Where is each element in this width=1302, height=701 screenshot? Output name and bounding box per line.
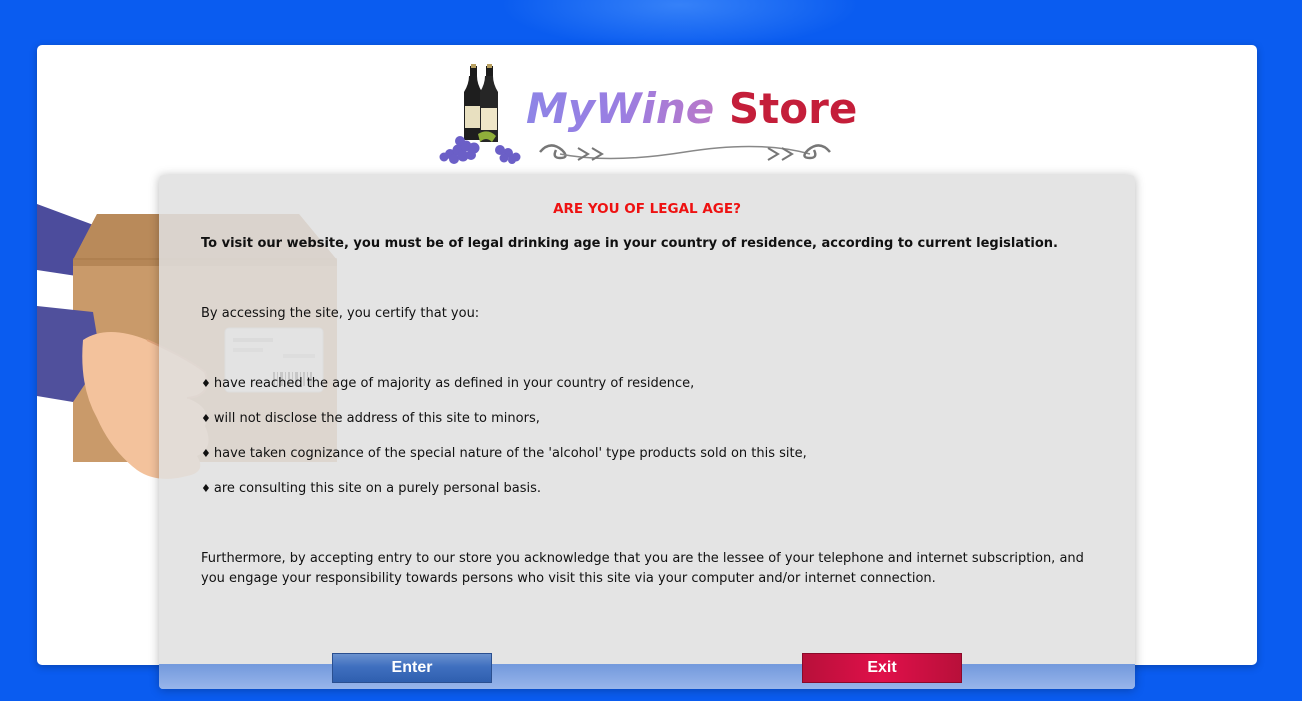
list-item-text: will not disclose the address of this si… (213, 411, 540, 426)
brand-name-mywine: MyWine (526, 84, 715, 133)
dialog-footer-bar (159, 664, 1135, 689)
list-item: ♦ are consulting this site on a purely pe… (201, 481, 541, 496)
enter-button[interactable]: Enter (332, 653, 492, 683)
dialog-title: ARE YOU OF LEGAL AGE? (553, 201, 741, 217)
bullet-diamond-icon: ♦ (201, 412, 211, 425)
intro-text: To visit our website, you must be of leg… (201, 236, 1058, 251)
list-item: ♦ have reached the age of majority as def… (201, 376, 694, 391)
responsibility-text-line2: you engage your responsibility towards p… (201, 571, 936, 586)
background-glow (500, 0, 860, 50)
bullet-diamond-icon: ♦ (201, 482, 211, 495)
responsibility-text-line1: Furthermore, by accepting entry to our s… (201, 551, 1084, 566)
list-item: ♦ will not disclose the address of this s… (201, 411, 540, 426)
bullet-diamond-icon: ♦ (201, 377, 211, 390)
certify-text: By accessing the site, you certify that … (201, 306, 480, 321)
bullet-diamond-icon: ♦ (201, 447, 211, 460)
brand-name: MyWine Store (526, 84, 857, 133)
list-item: ♦ have taken cognizance of the special na… (201, 446, 807, 461)
brand-name-store: Store (728, 84, 858, 133)
exit-button[interactable]: Exit (802, 653, 962, 683)
list-item-text: have taken cognizance of the special nat… (213, 446, 807, 461)
site-logo[interactable]: MyWine Store (438, 62, 858, 166)
list-item-text: have reached the age of majority as defi… (213, 376, 695, 391)
wine-bottles-icon (439, 64, 521, 164)
list-item-text: are consulting this site on a purely per… (213, 481, 541, 496)
age-verification-dialog (159, 175, 1135, 689)
flourish-ornament-icon (539, 144, 831, 161)
